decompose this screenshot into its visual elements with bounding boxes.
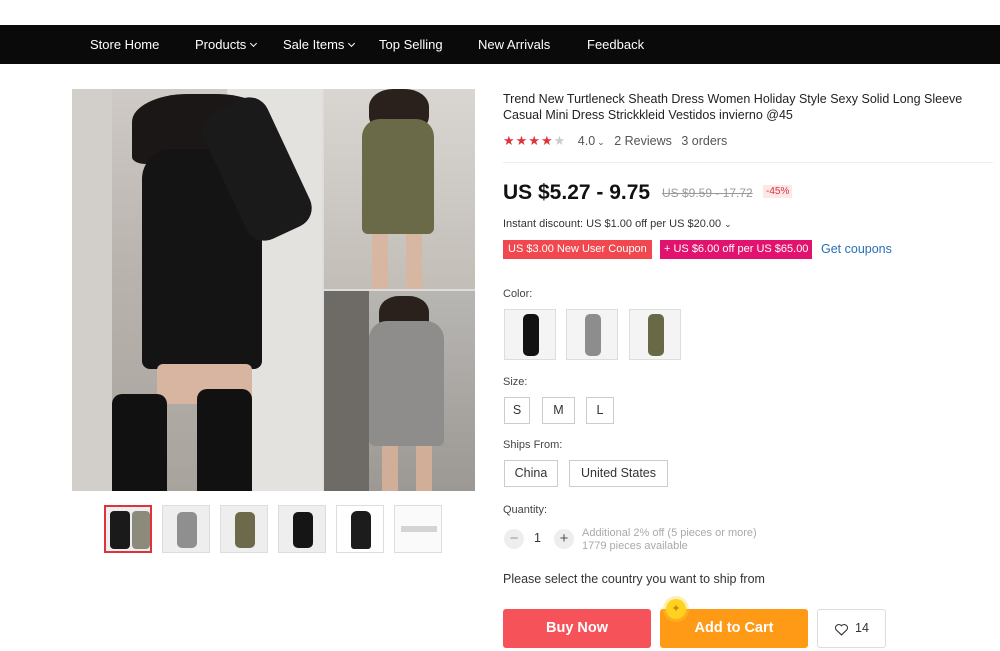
photo-black-dress: [72, 89, 322, 491]
quantity-label: Quantity:: [503, 504, 548, 516]
divider: [503, 162, 993, 163]
thumbnail-6[interactable]: [394, 505, 442, 553]
color-label: Color:: [503, 288, 533, 300]
size-label: Size:: [503, 376, 528, 388]
color-swatch-black[interactable]: [504, 309, 556, 360]
photo-gray-dress: [324, 291, 475, 491]
store-nav-bar: Store Home Products Sale Items Top Selli…: [0, 25, 1000, 64]
nav-label: Products: [195, 37, 247, 52]
nav-store-home[interactable]: Store Home: [90, 25, 159, 64]
size-option-m[interactable]: M: [542, 397, 575, 424]
instant-discount[interactable]: Instant discount: US $1.00 off per US $2…: [503, 218, 732, 230]
nav-products[interactable]: Products: [195, 25, 258, 64]
photo-green-dress: [324, 89, 475, 289]
quantity-notes: Additional 2% off (5 pieces or more) 1779…: [582, 527, 757, 553]
ships-from-label: Ships From:: [503, 439, 563, 451]
product-title: Trend New Turtleneck Sheath Dress Women …: [503, 92, 963, 122]
nav-new-arrivals[interactable]: New Arrivals: [478, 25, 550, 64]
wishlist-button[interactable]: 14: [817, 609, 886, 648]
chevron-down-icon: ⌄: [597, 137, 605, 147]
rating-row: ★★★★★ 4.0 ⌄ 2 Reviews 3 orders: [503, 133, 727, 149]
thumbnail-4[interactable]: [278, 505, 326, 553]
store-coupon[interactable]: + US $6.00 off per US $65.00: [660, 240, 813, 259]
original-price: US $9.59 - 17.72: [662, 186, 753, 200]
price-range: US $5.27 - 9.75: [503, 181, 651, 204]
get-coupons-link[interactable]: Get coupons: [821, 242, 892, 256]
nav-label: New Arrivals: [478, 37, 551, 52]
quantity-increase-button[interactable]: +: [554, 529, 574, 549]
wishlist-count: 14: [855, 621, 869, 635]
bulk-discount-note: Additional 2% off (5 pieces or more): [582, 527, 757, 539]
new-user-coupon[interactable]: US $3.00 New User Coupon: [503, 240, 652, 259]
nav-top-selling[interactable]: Top Selling: [379, 25, 443, 64]
star-icon: ★: [528, 133, 541, 148]
thumbnail-2[interactable]: [162, 505, 210, 553]
chevron-down-icon: [348, 39, 356, 48]
nav-sale-items[interactable]: Sale Items: [283, 25, 356, 64]
buy-now-button[interactable]: Buy Now: [503, 609, 651, 648]
main-product-image[interactable]: [72, 89, 475, 491]
thumbnail-5[interactable]: [336, 505, 384, 553]
star-icon: ★: [503, 133, 516, 148]
star-icon: ★: [540, 133, 554, 148]
nav-feedback[interactable]: Feedback: [587, 25, 644, 64]
heart-icon: [835, 623, 849, 636]
pointer-cursor-icon: ✦: [666, 599, 686, 619]
size-option-s[interactable]: S: [504, 397, 530, 424]
star-icon: ★: [515, 133, 529, 148]
chevron-down-icon: [250, 39, 258, 48]
nav-label: Feedback: [587, 37, 645, 52]
nav-label: Store Home: [90, 37, 160, 52]
rating-stars: ★★★★★: [503, 133, 567, 148]
star-empty-icon: ★: [553, 133, 567, 148]
chevron-down-icon: ⌄: [724, 219, 732, 229]
stock-available: 1779 pieces available: [582, 540, 688, 552]
nav-label: Sale Items: [283, 37, 345, 52]
thumbnail-3[interactable]: [220, 505, 268, 553]
quantity-decrease-button[interactable]: −: [504, 529, 524, 549]
ships-from-china[interactable]: China: [504, 460, 558, 487]
instant-discount-text: Instant discount: US $1.00 off per US $2…: [503, 218, 722, 230]
nav-label: Top Selling: [379, 37, 443, 52]
reviews-link[interactable]: 2 Reviews: [614, 134, 672, 148]
quantity-value[interactable]: 1: [534, 531, 541, 545]
thumbnail-1[interactable]: [104, 505, 152, 553]
ship-message: Please select the country you want to sh…: [503, 572, 765, 586]
color-swatch-gray[interactable]: [566, 309, 618, 360]
color-swatch-green[interactable]: [629, 309, 681, 360]
ships-from-united-states[interactable]: United States: [569, 460, 668, 487]
discount-badge: -45%: [763, 185, 793, 198]
rating-value[interactable]: 4.0: [578, 134, 595, 148]
size-option-l[interactable]: L: [586, 397, 614, 424]
orders-count: 3 orders: [681, 134, 728, 148]
